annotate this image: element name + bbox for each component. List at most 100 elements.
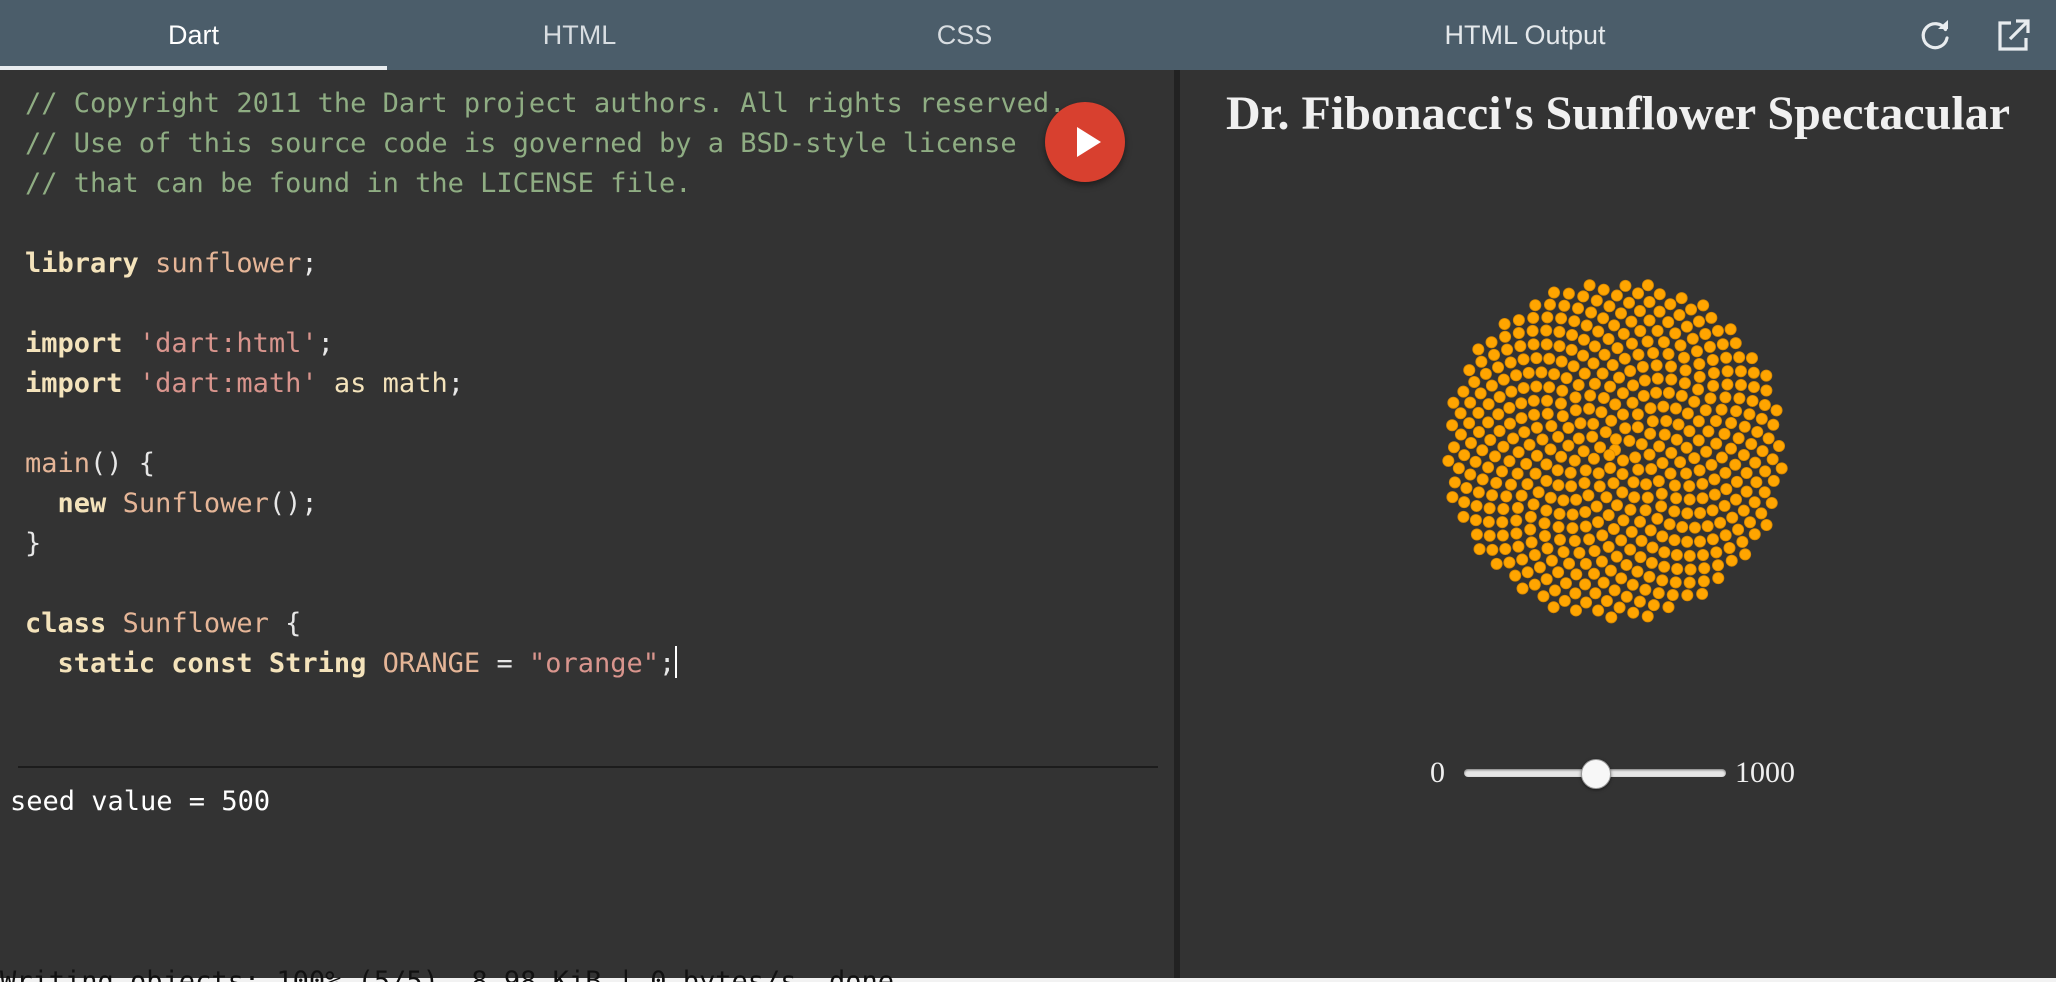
sunflower-seed <box>1562 439 1575 452</box>
sunflower-seed <box>1707 367 1720 380</box>
sunflower-seed <box>1628 491 1641 504</box>
console-output: seed value = 500 <box>10 786 271 817</box>
sunflower-seed <box>1496 529 1509 542</box>
code-token: as <box>333 368 367 399</box>
sunflower-seed <box>1598 348 1611 361</box>
sunflower-seed <box>1657 400 1670 413</box>
sunflower-seed <box>1674 339 1687 352</box>
sunflower-seed <box>1526 324 1539 337</box>
tab-css[interactable]: CSS <box>772 0 1157 70</box>
sunflower-seed <box>1651 324 1664 337</box>
sunflower-seed <box>1617 514 1630 527</box>
sunflower-seed <box>1760 369 1773 382</box>
sunflower-seed <box>1631 421 1644 434</box>
sunflower-seed <box>1613 601 1626 614</box>
sunflower-seed <box>1493 425 1506 438</box>
sunflower-seed <box>1692 383 1705 396</box>
tab-html-output-label: HTML Output <box>1444 20 1606 50</box>
tab-html[interactable]: HTML <box>387 0 772 70</box>
sunflower-seed <box>1563 557 1576 570</box>
sunflower-seed <box>1587 417 1600 430</box>
sunflower-seed <box>1684 563 1697 576</box>
sunflower-seed <box>1512 540 1525 553</box>
sunflower-seed <box>1734 365 1747 378</box>
sunflower-seed <box>1530 352 1543 365</box>
sunflower-seed <box>1510 514 1523 527</box>
seed-slider-thumb[interactable] <box>1581 759 1611 789</box>
code-token: () { <box>90 448 156 479</box>
sunflower-seed <box>1748 496 1761 509</box>
sunflower-seed <box>1693 358 1706 371</box>
sunflower-seed <box>1486 489 1499 502</box>
sunflower-seed <box>1766 453 1779 466</box>
sunflower-seed <box>1681 589 1694 602</box>
sunflower-seed <box>1633 305 1646 318</box>
sunflower-seed <box>1569 604 1582 617</box>
sunflower-seed <box>1545 420 1558 433</box>
sunflower-seed <box>1620 590 1633 603</box>
refresh-button[interactable] <box>1916 17 1954 55</box>
sunflower-seed <box>1527 338 1540 351</box>
code-token: new <box>57 488 107 519</box>
sunflower-seed <box>1688 395 1701 408</box>
tab-dart[interactable]: Dart <box>0 0 387 70</box>
tab-html-output[interactable]: HTML Output <box>1175 0 1875 70</box>
sunflower-seed <box>1626 578 1639 591</box>
code-editor[interactable]: // Copyright 2011 the Dart project autho… <box>25 84 1145 684</box>
sunflower-seed <box>1673 309 1686 322</box>
sunflower-seed <box>1592 467 1605 480</box>
sunflower-seed <box>1609 433 1622 446</box>
sunflower-seed <box>1536 433 1549 446</box>
sunflower-seed <box>1530 380 1543 393</box>
console-divider <box>18 766 1158 768</box>
sunflower-seed <box>1730 405 1743 418</box>
sunflower-seed <box>1755 507 1768 520</box>
sunflower-seed <box>1590 294 1603 307</box>
sunflower-seed <box>1746 394 1759 407</box>
slider-max-label: 1000 <box>1735 756 1795 789</box>
code-token: "orange" <box>528 648 660 679</box>
sunflower-seed <box>1600 491 1613 504</box>
sunflower-seed <box>1656 530 1669 543</box>
open-external-button[interactable] <box>1994 17 2032 55</box>
sunflower-seed <box>1566 522 1579 535</box>
sunflower-seed <box>1745 352 1758 365</box>
sunflower-seed <box>1669 576 1682 589</box>
sunflower-seed <box>1738 420 1751 433</box>
sunflower-seed <box>1556 410 1569 423</box>
sunflower-seed <box>1490 557 1503 570</box>
sunflower-seed <box>1595 555 1608 568</box>
sunflower-seed <box>1625 315 1638 328</box>
sunflower-seed <box>1652 475 1665 488</box>
sunflower-seed <box>1721 365 1734 378</box>
sunflower-seed <box>1458 496 1471 509</box>
sunflower-seed <box>1702 425 1715 438</box>
sunflower-seed <box>1692 434 1705 447</box>
sunflower-seed <box>1501 343 1514 356</box>
sunflower-seed <box>1699 404 1712 417</box>
code-token: = <box>480 648 529 679</box>
sunflower-seed <box>1627 606 1640 619</box>
sunflower-seed <box>1653 440 1666 453</box>
seed-slider[interactable] <box>1464 759 1726 789</box>
sunflower-seed <box>1669 402 1682 415</box>
sunflower-seed <box>1597 283 1610 296</box>
sunflower-seed <box>1714 516 1727 529</box>
code-line: } <box>25 524 1145 564</box>
sunflower-seed <box>1671 562 1684 575</box>
sunflower-seed <box>1693 370 1706 383</box>
code-line: // that can be found in the LICENSE file… <box>25 164 1145 204</box>
code-line: library sunflower; <box>25 244 1145 284</box>
sunflower-seed <box>1460 481 1473 494</box>
sunflower-seed <box>1568 534 1581 547</box>
sunflower-seed <box>1608 319 1621 332</box>
code-token: // that can be found in the LICENSE file… <box>25 168 692 199</box>
sunflower-seed <box>1592 516 1605 529</box>
sunflower-seed <box>1566 328 1579 341</box>
sunflower-seed <box>1556 384 1569 397</box>
code-token: // Use of this source code is governed b… <box>25 128 1017 159</box>
sunflower-seed <box>1540 324 1553 337</box>
run-button[interactable] <box>1045 102 1125 182</box>
